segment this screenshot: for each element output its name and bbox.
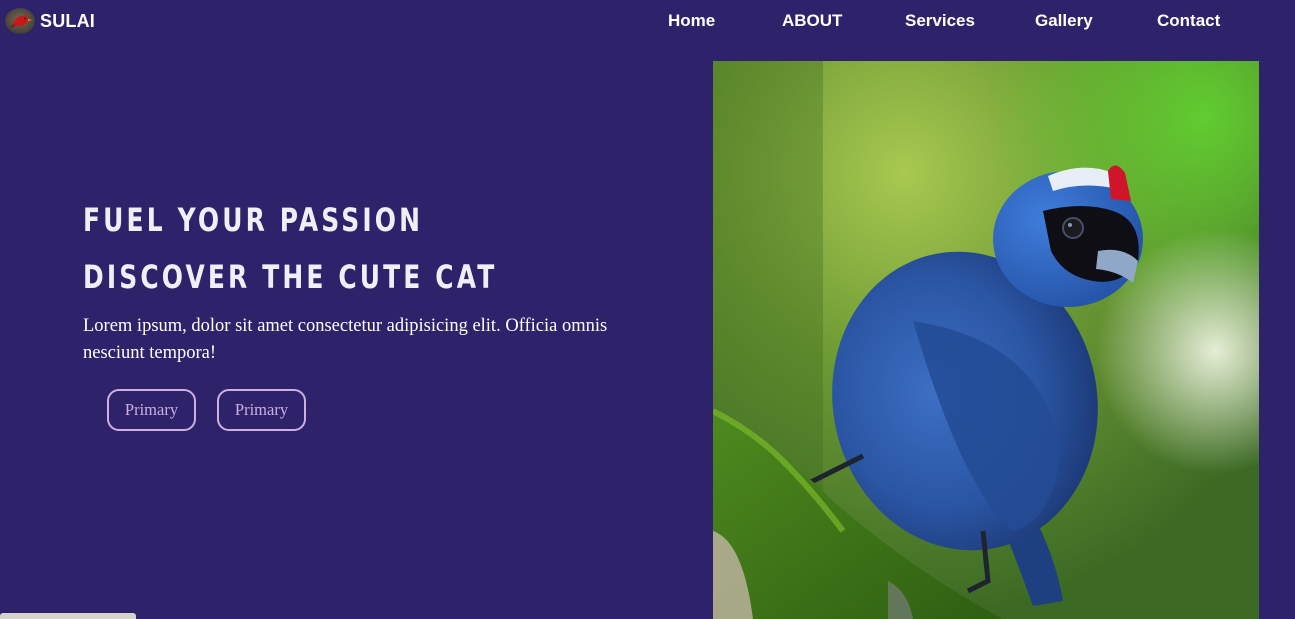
hero-description: Lorem ipsum, dolor sit amet consectetur … (83, 316, 608, 363)
nav-link-gallery[interactable]: Gallery (1035, 11, 1093, 31)
nav-link-about[interactable]: ABOUT (782, 11, 842, 31)
nav-link-home[interactable]: Home (668, 11, 715, 31)
primary-button-1[interactable]: Primary (107, 389, 196, 431)
nav-link-services[interactable]: Services (905, 11, 975, 31)
primary-button-2[interactable]: Primary (217, 389, 306, 431)
hero-title-line-2: DISCOVER THE CUTE CAT (83, 258, 498, 296)
nav-link-contact[interactable]: Contact (1157, 11, 1220, 31)
navbar: SULAI Home ABOUT Services Gallery Contac… (0, 0, 1295, 44)
blue-bird-photo (713, 61, 1259, 619)
hero-title-line-1: FUEL YOUR PASSION (83, 201, 424, 239)
nav-menu: Home ABOUT Services Gallery Contact (0, 0, 1295, 44)
horizontal-scrollbar[interactable] (0, 613, 136, 619)
